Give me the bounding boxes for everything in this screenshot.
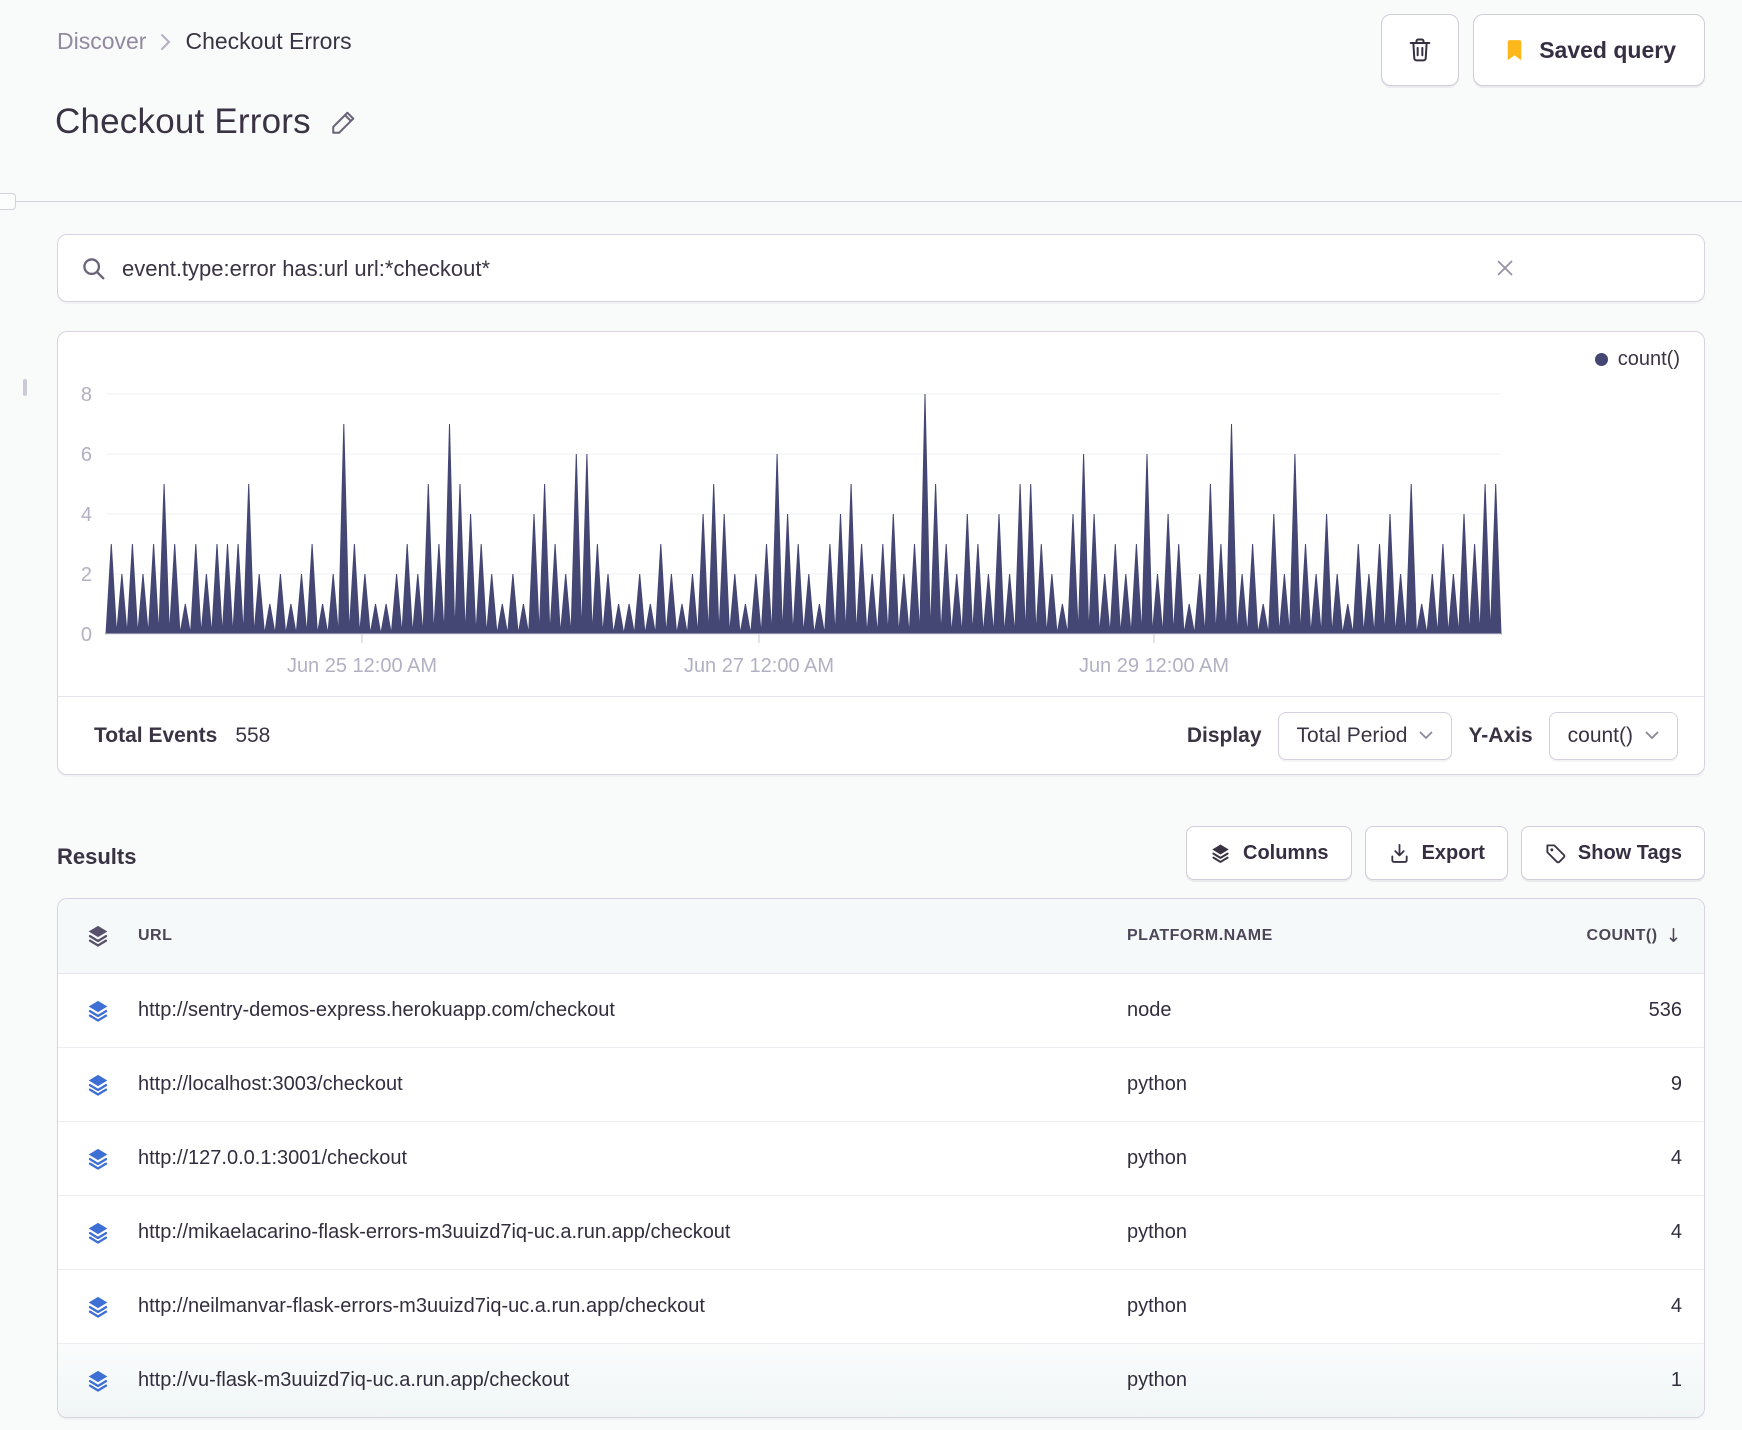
chart-controls: Display Total Period Y-Axis count() — [1186, 711, 1678, 760]
total-events: Total Events 558 — [94, 724, 270, 748]
search-input[interactable] — [120, 235, 1454, 303]
header-actions: Saved query — [1381, 14, 1705, 86]
yaxis-dropdown[interactable]: count() — [1548, 711, 1678, 760]
row-url: http://neilmanvar-flask-errors-m3uuizd7i… — [138, 1295, 705, 1317]
columns-button[interactable]: Columns — [1186, 826, 1352, 880]
svg-text:0: 0 — [81, 624, 92, 646]
layers-icon — [1212, 843, 1229, 863]
sort-desc-icon: ↓ — [1665, 925, 1682, 947]
row-platform: python — [1127, 1295, 1188, 1317]
column-header-url[interactable]: URL — [138, 927, 1125, 945]
display-value: Total Period — [1296, 723, 1408, 747]
total-events-value: 558 — [235, 723, 271, 747]
row-url: http://localhost:3003/checkout — [138, 1073, 403, 1095]
row-url: http://vu-flask-m3uuizd7iq-uc.a.run.app/… — [138, 1369, 570, 1391]
table-row[interactable]: http://vu-flask-m3uuizd7iq-uc.a.run.app/… — [58, 1344, 1704, 1417]
error-count-chart[interactable]: 0 2 4 6 8 Jun 25 12:00 AM Jun 27 12:00 AM Jun 2… — [58, 332, 1704, 698]
row-platform: python — [1127, 1369, 1188, 1391]
export-button[interactable]: Export — [1364, 826, 1508, 880]
saved-query-label: Saved query — [1539, 36, 1676, 63]
row-count: 4 — [1670, 1221, 1682, 1243]
table-row[interactable]: http://mikaelacarino-flask-errors-m3uuiz… — [58, 1196, 1704, 1270]
table-row[interactable]: http://127.0.0.1:3001/checkout python 4 — [58, 1122, 1704, 1196]
columns-header-icon[interactable] — [58, 923, 138, 949]
chevron-right-icon — [161, 33, 171, 50]
layers-icon[interactable] — [58, 1072, 138, 1098]
columns-label: Columns — [1243, 841, 1329, 864]
row-platform: node — [1127, 999, 1172, 1021]
pencil-icon — [332, 111, 355, 134]
tag-icon — [1546, 843, 1566, 863]
results-buttons: Columns Export Show Tags — [57, 826, 1705, 880]
svg-text:Jun 27 12:00 AM: Jun 27 12:00 AM — [684, 655, 834, 677]
search-bar — [57, 234, 1705, 303]
export-label: Export — [1421, 841, 1485, 864]
row-url: http://127.0.0.1:3001/checkout — [138, 1147, 408, 1169]
chevron-down-icon — [1645, 731, 1659, 740]
total-events-label: Total Events — [94, 723, 218, 747]
layers-icon[interactable] — [58, 1220, 138, 1246]
table-row[interactable]: http://neilmanvar-flask-errors-m3uuizd7i… — [58, 1270, 1704, 1344]
chart-footer: Total Events 558 Display Total Period Y-… — [58, 696, 1704, 774]
svg-text:Jun 25 12:00 AM: Jun 25 12:00 AM — [287, 655, 437, 677]
count-header-label: COUNT() — [1586, 927, 1658, 944]
events-chart-card: count() 0 2 4 6 8 Jun 25 12:00 AM Jun 27 12:00… — [57, 331, 1705, 775]
svg-text:8: 8 — [81, 384, 92, 406]
bookmark-icon — [1507, 39, 1522, 60]
delete-query-button[interactable] — [1381, 14, 1460, 86]
row-url: http://sentry-demos-express.herokuapp.co… — [138, 999, 615, 1021]
breadcrumb-link-discover[interactable]: Discover — [57, 28, 146, 55]
results-table-header: URL PLATFORM.NAME COUNT() ↓ — [58, 899, 1704, 974]
column-header-platform[interactable]: PLATFORM.NAME — [1125, 927, 1516, 945]
show-tags-label: Show Tags — [1577, 841, 1682, 864]
download-icon — [1390, 843, 1408, 863]
breadcrumb-current: Checkout Errors — [185, 28, 352, 54]
layers-icon[interactable] — [58, 1146, 138, 1172]
page-divider — [0, 201, 1742, 202]
sidebar-drag-nub[interactable] — [23, 379, 27, 396]
show-tags-button[interactable]: Show Tags — [1520, 826, 1705, 880]
display-label: Display — [1186, 723, 1262, 747]
row-count: 9 — [1670, 1073, 1682, 1095]
trash-icon — [1409, 38, 1431, 62]
results-table-body: http://sentry-demos-express.herokuapp.co… — [58, 974, 1704, 1417]
layers-icon[interactable] — [58, 1368, 138, 1394]
table-row[interactable]: http://localhost:3003/checkout python 9 — [58, 1048, 1704, 1122]
edit-title-button[interactable] — [327, 105, 361, 139]
row-count: 4 — [1670, 1295, 1682, 1317]
legend-label: count() — [1617, 348, 1680, 370]
row-platform: python — [1127, 1147, 1188, 1169]
sidebar-collapse-handle[interactable] — [0, 193, 16, 210]
svg-text:2: 2 — [81, 564, 92, 586]
saved-query-button[interactable]: Saved query — [1473, 14, 1705, 86]
display-dropdown[interactable]: Total Period — [1277, 711, 1453, 760]
chart-legend[interactable]: count() — [1594, 348, 1680, 371]
layers-icon[interactable] — [58, 998, 138, 1024]
svg-text:4: 4 — [81, 504, 92, 526]
chevron-down-icon — [1420, 731, 1433, 740]
row-url: http://mikaelacarino-flask-errors-m3uuiz… — [138, 1221, 731, 1243]
legend-marker-icon — [1594, 353, 1608, 366]
row-platform: python — [1127, 1221, 1188, 1243]
table-row[interactable]: http://sentry-demos-express.herokuapp.co… — [58, 974, 1704, 1048]
layers-icon[interactable] — [58, 1294, 138, 1320]
row-count: 536 — [1648, 999, 1682, 1021]
row-count: 1 — [1670, 1369, 1682, 1391]
clear-search-icon[interactable] — [1492, 255, 1518, 281]
breadcrumb: Discover Checkout Errors — [57, 28, 352, 55]
yaxis-value: count() — [1567, 723, 1633, 747]
svg-text:6: 6 — [81, 444, 92, 466]
discover-saved-query-page: Discover Checkout Errors Saved query Che… — [0, 0, 1742, 1430]
column-header-count[interactable]: COUNT() ↓ — [1587, 925, 1704, 947]
row-platform: python — [1127, 1073, 1188, 1095]
row-count: 4 — [1670, 1147, 1682, 1169]
yaxis-label: Y-Axis — [1468, 723, 1533, 747]
svg-text:Jun 29 12:00 AM: Jun 29 12:00 AM — [1079, 655, 1229, 677]
results-table: URL PLATFORM.NAME COUNT() ↓ http://sentr… — [57, 898, 1705, 1418]
search-icon — [83, 258, 105, 280]
page-title: Checkout Errors — [55, 102, 311, 141]
title-row: Checkout Errors — [55, 102, 361, 142]
